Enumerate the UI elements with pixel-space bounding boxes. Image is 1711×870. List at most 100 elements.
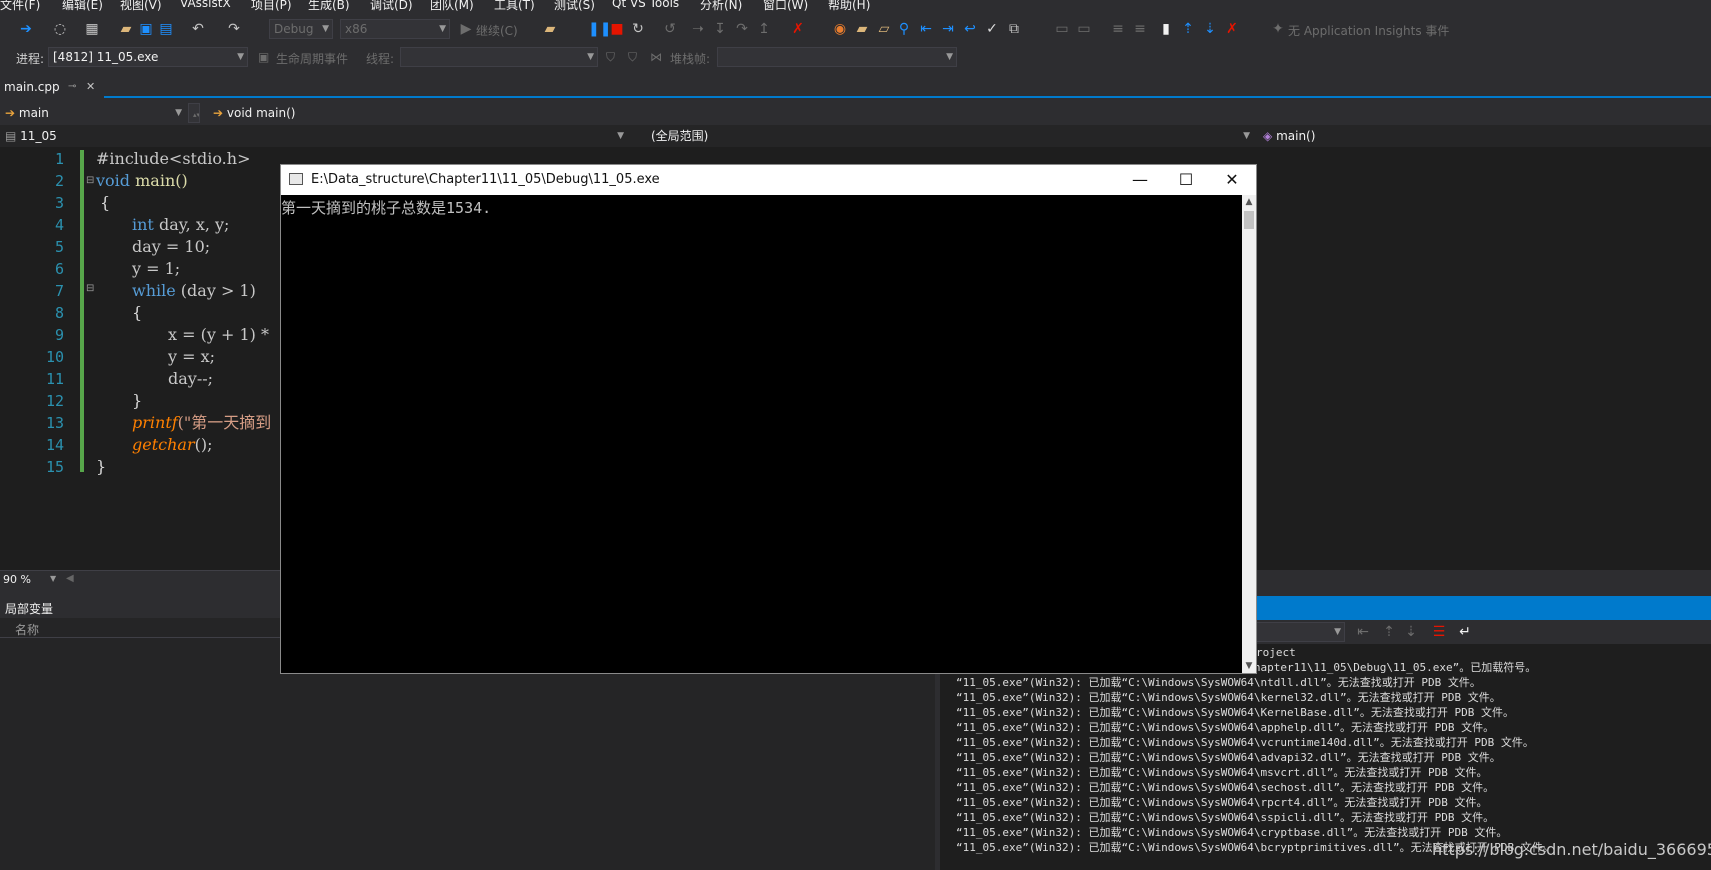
scroll-left-icon[interactable]: ◀ xyxy=(66,573,74,584)
word-wrap-icon[interactable]: ↵ xyxy=(1457,624,1473,640)
restart-icon[interactable]: ↻ xyxy=(630,21,646,37)
tool-icon[interactable]: ▭ xyxy=(1076,21,1092,37)
menu-item[interactable]: 生成(B) xyxy=(308,0,350,12)
menu-item[interactable]: 项目(P) xyxy=(251,0,292,12)
step-out-icon[interactable]: ↷ xyxy=(734,21,750,37)
step-back-icon[interactable]: ↥ xyxy=(756,21,772,37)
comment-icon[interactable]: ≡ xyxy=(1110,21,1126,37)
next-bookmark-icon[interactable]: ⇣ xyxy=(1202,21,1218,37)
console-titlebar[interactable]: E:\Data_structure\Chapter11\11_05\Debug\… xyxy=(281,165,1256,195)
tool-icon[interactable]: ▱ xyxy=(876,21,892,37)
process-icon[interactable]: ▰ xyxy=(542,21,558,37)
process-label: 进程: xyxy=(16,52,45,66)
scope-select[interactable]: (全局范围) ▼ xyxy=(640,126,1254,146)
filter-icon[interactable]: ⛉ xyxy=(606,50,615,65)
scroll-thumb[interactable] xyxy=(1244,211,1254,229)
find-icon[interactable]: ⚲ xyxy=(896,21,912,37)
tool-icon[interactable]: ▰ xyxy=(854,21,870,37)
chevron-down-icon: ▼ xyxy=(439,24,446,34)
continue-button[interactable]: 继续(C) xyxy=(476,22,518,39)
previous-bookmark-icon[interactable]: ⇡ xyxy=(1180,21,1196,37)
nav-spinner[interactable]: ▴▾ xyxy=(188,103,200,123)
menu-item[interactable]: Qt VS Tools xyxy=(612,0,679,10)
menu-item[interactable]: 团队(M) xyxy=(430,0,474,12)
close-icon[interactable]: ✕ xyxy=(86,76,95,98)
close-button[interactable]: ✕ xyxy=(1209,165,1255,195)
bookmark-icon[interactable]: ▮ xyxy=(1158,21,1174,37)
pause-icon[interactable]: ❚❚ xyxy=(588,21,611,37)
zoom-select[interactable]: 90 % xyxy=(3,573,31,586)
project-select[interactable]: ▤ 11_05 ▼ xyxy=(0,126,628,146)
menu-item[interactable]: 分析(N) xyxy=(700,0,742,12)
menu-item[interactable]: 编辑(E) xyxy=(62,0,103,12)
undo-icon[interactable]: ↶ xyxy=(190,21,206,37)
console-output-area[interactable]: 第一天摘到的桃子总数是1534. xyxy=(281,195,1242,673)
locals-title-text: 局部变量 xyxy=(5,602,54,616)
app-insights-label[interactable]: 无 Application Insights 事件 xyxy=(1288,22,1449,39)
stop-icon[interactable]: ■ xyxy=(609,21,625,37)
find-message-icon[interactable]: ⇤ xyxy=(1355,624,1371,640)
next-message-icon[interactable]: ⇣ xyxy=(1403,624,1419,640)
menu-item[interactable]: 工具(T) xyxy=(494,0,535,12)
nav-left-select[interactable]: ➔ main ▼ xyxy=(0,103,186,123)
output-source-select[interactable]: ▼ xyxy=(1255,622,1345,642)
filter-icon[interactable]: ⛉ xyxy=(628,50,637,65)
platform-select[interactable]: x86 ▼ xyxy=(340,19,450,39)
tool-icon[interactable]: ⇥ xyxy=(940,21,956,37)
scroll-up-icon[interactable]: ▲ xyxy=(1242,195,1256,209)
forward-icon[interactable]: ◌ xyxy=(52,21,68,37)
continue-icon[interactable]: ▶ xyxy=(458,21,474,37)
column-name-header[interactable]: 名称 xyxy=(15,621,39,638)
chevron-down-icon: ▼ xyxy=(946,52,953,62)
tool-icon[interactable]: ↩ xyxy=(962,21,978,37)
tool-icon[interactable]: ⧉ xyxy=(1006,21,1022,37)
console-scrollbar[interactable]: ▲ ▼ xyxy=(1242,195,1256,673)
minimize-button[interactable]: — xyxy=(1117,165,1163,195)
menu-item[interactable]: 窗口(W) xyxy=(763,0,808,12)
tab-main-cpp[interactable]: main.cpp ⊸ ✕ xyxy=(0,76,104,98)
menu-item[interactable]: 帮助(H) xyxy=(828,0,870,12)
maximize-button[interactable]: ☐ xyxy=(1163,165,1209,195)
uncomment-icon[interactable]: ≡ xyxy=(1132,21,1148,37)
breakpoint-icon[interactable]: ✗ xyxy=(790,21,806,37)
tool-icon[interactable]: ◉ xyxy=(832,21,848,37)
menu-item[interactable]: 测试(S) xyxy=(554,0,595,12)
step-into-icon[interactable]: ➝ xyxy=(690,21,706,37)
open-folder-icon[interactable]: ▰ xyxy=(118,21,134,37)
arrow-right-icon: ➔ xyxy=(213,106,224,120)
lifecycle-events-button[interactable]: 生命周期事件 xyxy=(276,50,348,67)
thread-select[interactable]: ▼ xyxy=(400,47,598,67)
collapse-icon[interactable]: ⊟ xyxy=(86,175,94,186)
save-all-icon[interactable]: ▤ xyxy=(158,21,174,37)
menu-item[interactable]: 视图(V) xyxy=(120,0,162,12)
menu-item[interactable]: 调试(D) xyxy=(370,0,413,12)
nav-right-select[interactable]: ➔ void main() xyxy=(208,103,508,123)
configuration-select[interactable]: Debug ▼ xyxy=(269,19,333,39)
collapse-icon[interactable]: ⊟ xyxy=(86,283,94,294)
tool-icon[interactable]: ⇤ xyxy=(918,21,934,37)
scroll-down-icon[interactable]: ▼ xyxy=(1242,659,1256,673)
flag-icon[interactable]: ⋈ xyxy=(650,50,662,64)
back-icon[interactable]: ➔ xyxy=(18,21,34,37)
menu-item[interactable]: VAssistX xyxy=(180,0,231,10)
show-next-statement-icon[interactable]: ↺ xyxy=(662,21,678,37)
menu-item[interactable]: 文件(F) xyxy=(0,0,40,12)
code-token: { xyxy=(132,303,143,322)
pin-icon[interactable]: ⊸ xyxy=(68,76,76,98)
step-over-icon[interactable]: ↧ xyxy=(712,21,728,37)
stack-frame-label: 堆栈帧: xyxy=(670,52,711,66)
process-select[interactable]: [4812] 11_05.exe ▼ xyxy=(48,47,248,67)
clear-all-icon[interactable]: ☰ xyxy=(1431,624,1447,640)
spell-check-icon[interactable]: ✓ xyxy=(984,21,1000,37)
clear-bookmarks-icon[interactable]: ✗ xyxy=(1224,21,1240,37)
new-project-icon[interactable]: ▦ xyxy=(84,21,100,37)
stack-frame-select[interactable]: ▼ xyxy=(717,47,957,67)
line-number: 13 xyxy=(45,414,64,432)
save-icon[interactable]: ▣ xyxy=(138,21,154,37)
member-select[interactable]: ◈ main() xyxy=(1258,126,1711,146)
tool-icon[interactable]: ▭ xyxy=(1054,21,1070,37)
previous-message-icon[interactable]: ⇡ xyxy=(1381,624,1397,640)
code-line: { xyxy=(100,192,110,214)
console-window[interactable]: E:\Data_structure\Chapter11\11_05\Debug\… xyxy=(280,164,1257,674)
redo-icon[interactable]: ↷ xyxy=(226,21,242,37)
